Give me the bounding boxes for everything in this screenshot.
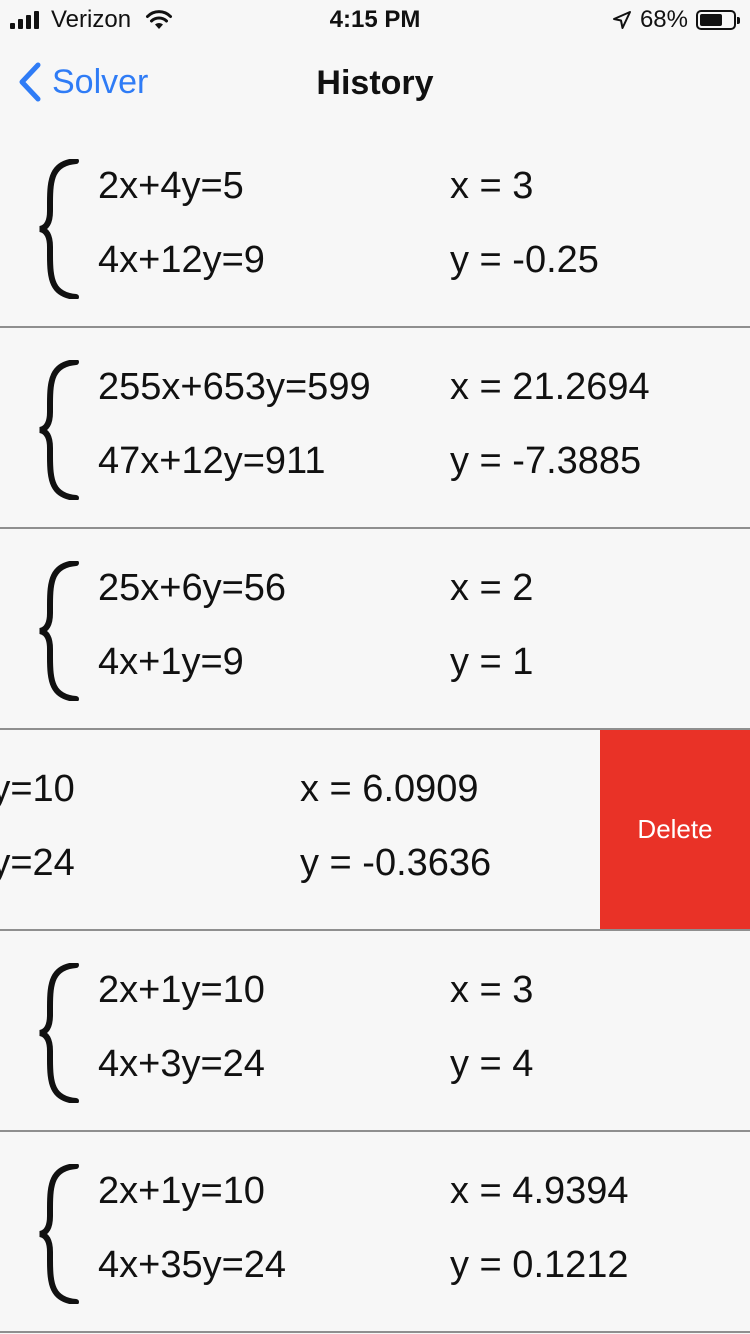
history-row-content: +6y=10 +1y=24 x = 6.0909 y = -0.3636: [0, 730, 600, 929]
solution-y: y = -0.25: [450, 239, 599, 281]
battery-fill: [700, 14, 722, 26]
equation-2: 4x+1y=9: [98, 641, 244, 683]
solution-y: y = -0.3636: [300, 842, 492, 884]
equation-1: +6y=10: [0, 768, 75, 810]
equation-1: 25x+6y=56: [98, 567, 287, 609]
equation-2: 4x+35y=24: [98, 1244, 287, 1286]
equation-1: 2x+1y=10: [98, 969, 265, 1011]
solution-x: x = 2: [450, 567, 534, 609]
solution-x: x = 3: [450, 165, 534, 207]
curly-brace-icon: [39, 159, 79, 299]
battery-icon: [696, 10, 740, 30]
solution-y: y = 1: [450, 641, 534, 683]
solution-x: x = 21.2694: [450, 366, 650, 408]
history-row-content: 255x+653y=599 47x+12y=911 x = 21.2694 y = -…: [0, 328, 750, 527]
history-row[interactable]: 2x+4y=5 4x+12y=9 x = 3 y = -0.25: [0, 127, 750, 328]
solution-y: y = -7.3885: [450, 440, 642, 482]
history-row[interactable]: +6y=10 +1y=24 x = 6.0909 y = -0.3636 Delete: [0, 730, 750, 931]
curly-brace-icon: [39, 561, 79, 701]
solution-y: y = 4: [450, 1043, 534, 1085]
equation-1: 2x+1y=10: [98, 1170, 265, 1212]
history-row[interactable]: 255x+653y=599 47x+12y=911 x = 21.2694 y = -…: [0, 328, 750, 529]
history-row-content: 2x+4y=5 4x+12y=9 x = 3 y = -0.25: [0, 127, 750, 326]
solution-y: y = 0.1212: [450, 1244, 629, 1286]
delete-button[interactable]: Delete: [600, 730, 750, 929]
equation-2: 4x+3y=24: [98, 1043, 265, 1085]
history-row-content: 2x+1y=10 4x+3y=24 x = 3 y = 4: [0, 931, 750, 1130]
curly-brace-icon: [39, 1164, 79, 1304]
equation-1: 2x+4y=5: [98, 165, 244, 207]
solution-x: x = 3: [450, 969, 534, 1011]
equation-2: 47x+12y=911: [98, 440, 326, 482]
history-list: 2x+4y=5 4x+12y=9 x = 3 y = -0.25 255x+653y=5…: [0, 127, 750, 1333]
equation-1: 255x+653y=599: [98, 366, 371, 408]
solution-x: x = 4.9394: [450, 1170, 629, 1212]
curly-brace-icon: [39, 360, 79, 500]
history-row-content: 25x+6y=56 4x+1y=9 x = 2 y = 1: [0, 529, 750, 728]
status-right: 68%: [612, 6, 740, 34]
history-row[interactable]: 25x+6y=56 4x+1y=9 x = 2 y = 1: [0, 529, 750, 730]
navigation-bar: Solver History: [0, 40, 750, 128]
history-row-content: 2x+1y=10 4x+35y=24 x = 4.9394 y = 0.1212: [0, 1132, 750, 1331]
curly-brace-icon: [39, 963, 79, 1103]
equation-2: 4x+12y=9: [98, 239, 265, 281]
location-arrow-icon: [612, 11, 631, 29]
battery-percent: 68%: [639, 6, 688, 33]
page-title: History: [316, 64, 434, 102]
status-bar: Verizon 4:15 PM 68%: [0, 0, 750, 40]
history-row[interactable]: 2x+1y=10 4x+3y=24 x = 3 y = 4: [0, 931, 750, 1132]
battery-tip: [737, 17, 740, 24]
equation-2: +1y=24: [0, 842, 75, 884]
solution-x: x = 6.0909: [300, 768, 479, 810]
history-row[interactable]: 2x+1y=10 4x+35y=24 x = 4.9394 y = 0.1212: [0, 1132, 750, 1333]
